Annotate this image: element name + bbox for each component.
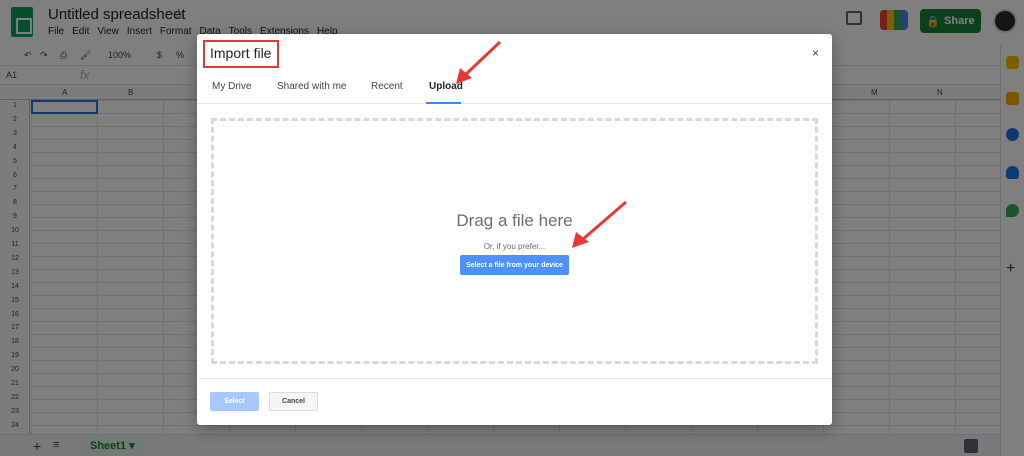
import-file-dialog: Import file × My Drive Shared with me Re… xyxy=(197,34,832,425)
active-tab-indicator xyxy=(426,102,461,104)
tab-recent[interactable]: Recent xyxy=(371,81,403,92)
or-prefer-text: Or, if you prefer... xyxy=(483,242,546,251)
drop-zone[interactable]: Drag a file here Or, if you prefer... Se… xyxy=(211,118,818,364)
dialog-footer-divider xyxy=(197,378,832,379)
select-button[interactable]: Select xyxy=(210,392,259,411)
arrow-to-upload-tab xyxy=(456,40,502,84)
tab-shared-with-me[interactable]: Shared with me xyxy=(277,81,346,92)
dialog-tabs: My Drive Shared with me Recent Upload xyxy=(197,78,832,104)
drag-file-text: Drag a file here xyxy=(456,211,573,230)
close-icon[interactable]: × xyxy=(812,46,819,60)
tab-my-drive[interactable]: My Drive xyxy=(212,81,251,92)
select-file-from-device-button[interactable]: Select a file from your device xyxy=(460,255,569,275)
arrow-to-select-device xyxy=(572,200,627,248)
cancel-button[interactable]: Cancel xyxy=(269,392,318,411)
dialog-title: Import file xyxy=(210,45,272,61)
